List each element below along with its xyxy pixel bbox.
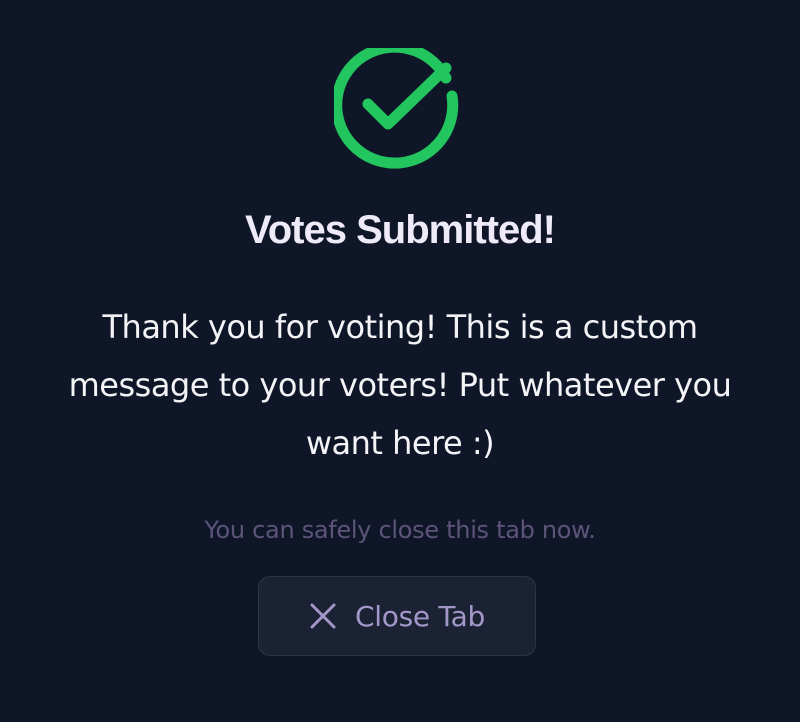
close-icon <box>310 603 336 629</box>
close-tab-button[interactable]: Close Tab <box>258 576 536 656</box>
close-tab-label: Close Tab <box>355 599 485 633</box>
page-title: Votes Submitted! <box>245 208 556 252</box>
close-hint: You can safely close this tab now. <box>204 516 596 544</box>
vote-confirmation-page: Votes Submitted! Thank you for voting! T… <box>0 0 800 722</box>
custom-message: Thank you for voting! This is a custom m… <box>68 308 732 462</box>
check-circle-icon <box>334 48 459 169</box>
